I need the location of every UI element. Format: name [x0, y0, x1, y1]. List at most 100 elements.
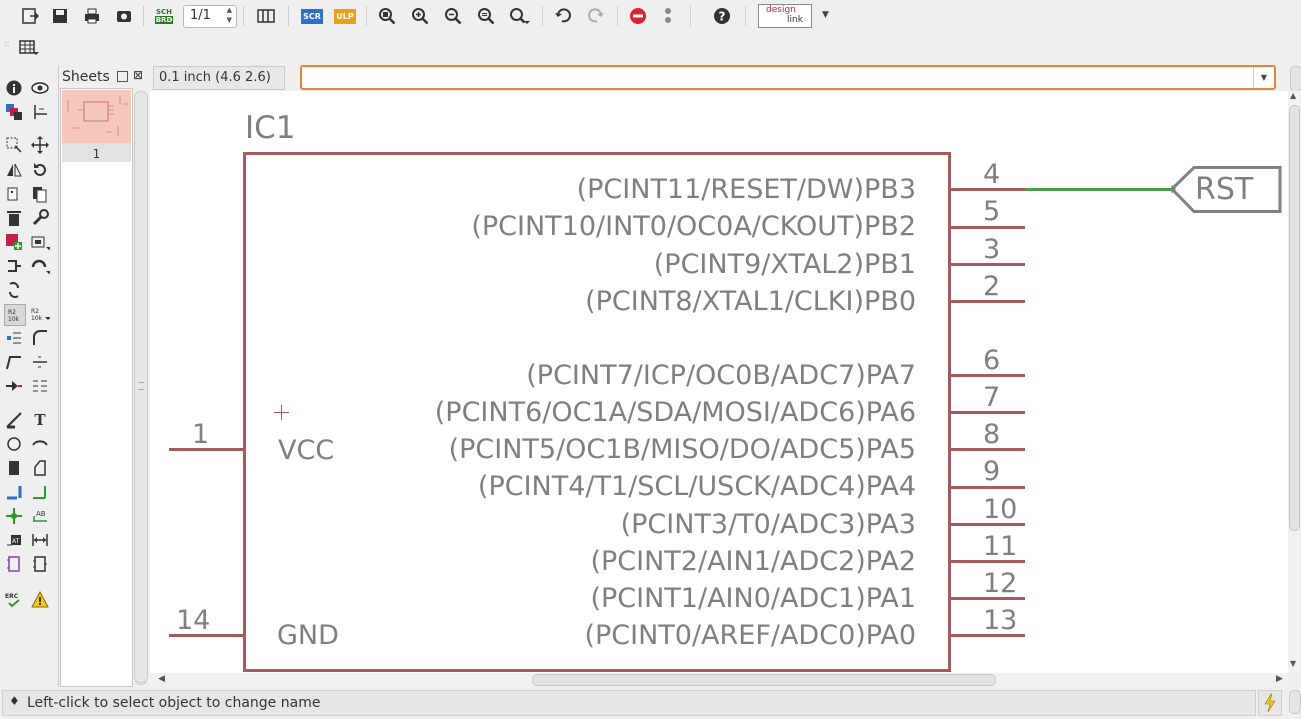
display-layers-icon[interactable] [4, 102, 24, 122]
smash-icon[interactable] [4, 328, 24, 348]
zoom-out-icon[interactable] [441, 4, 465, 28]
zoom-in-icon[interactable] [408, 4, 432, 28]
group-icon[interactable] [4, 135, 24, 155]
pin-label-pa4: (PCINT4/T1/SCL/USCK/ADC4)PA4 [477, 471, 916, 502]
redraw-icon[interactable] [474, 4, 498, 28]
mirror-icon[interactable] [4, 160, 24, 180]
add-part-icon[interactable] [4, 232, 24, 252]
toolbar-separator [745, 6, 746, 26]
scroll-thumb-vertical[interactable] [1289, 105, 1300, 531]
redo-icon[interactable] [584, 4, 608, 28]
move-icon[interactable] [30, 135, 50, 155]
dimension-icon[interactable] [30, 530, 50, 550]
close-icon[interactable]: ⊠ [133, 68, 143, 82]
sheet-spinner[interactable]: 1/1 ▲ ▼ [183, 5, 237, 28]
frame-icon[interactable] [4, 554, 24, 574]
canvas-horizontal-scrollbar[interactable]: ◀ ▶ [150, 673, 1288, 686]
scroll-up-icon[interactable]: ▲ [1290, 91, 1296, 100]
mark-icon[interactable] [30, 102, 50, 122]
coordinate-display: 0.1 inch (4.6 2.6) [153, 66, 285, 90]
junction-icon[interactable] [4, 506, 24, 526]
miter-icon[interactable] [30, 328, 50, 348]
grip-icon [138, 382, 144, 390]
align-icon[interactable] [30, 376, 50, 396]
rotate-icon[interactable] [30, 160, 50, 180]
arc-icon[interactable] [30, 434, 50, 454]
pin-line [950, 226, 1025, 229]
scroll-down-icon[interactable]: ▼ [1290, 659, 1296, 668]
gate-swap-icon[interactable] [30, 256, 50, 276]
optimize-icon[interactable] [30, 352, 50, 372]
undo-icon[interactable] [551, 4, 575, 28]
sheet-thumbnail[interactable] [62, 90, 131, 143]
delete-icon[interactable] [4, 208, 24, 228]
invoke-icon[interactable] [4, 256, 24, 276]
circle-icon[interactable] [4, 434, 24, 454]
script-icon[interactable]: SCR [300, 4, 324, 28]
chevron-down-icon[interactable]: ▼ [822, 10, 829, 20]
value-icon[interactable]: R2 10k [30, 304, 50, 324]
bus-icon[interactable] [4, 482, 24, 502]
design-link-button[interactable]: design link [758, 4, 812, 28]
attribute-icon[interactable]: AT [4, 530, 24, 550]
scroll-right-icon[interactable]: ▶ [1276, 674, 1283, 684]
paste-icon[interactable] [30, 184, 50, 204]
schematic-canvas[interactable]: IC1 1 VCC 14 GND (PCINT11/RESET/DW)PB3 4… [150, 91, 1288, 673]
toolbar-separator [690, 6, 691, 26]
module-icon[interactable] [30, 554, 50, 574]
net-wire-rst[interactable] [1025, 188, 1175, 191]
help-icon[interactable]: ? [710, 4, 734, 28]
split-icon[interactable] [4, 352, 24, 372]
spinner-down-icon[interactable]: ▼ [227, 16, 232, 24]
scroll-thumb-horizontal[interactable] [532, 674, 996, 686]
print-icon[interactable] [80, 4, 104, 28]
sch-brd-switch-icon[interactable]: SCH BRD [152, 4, 176, 28]
pin-line [950, 523, 1025, 526]
change-icon[interactable] [30, 208, 50, 228]
svg-text:R2: R2 [31, 308, 39, 315]
canvas-vertical-scroll-left[interactable] [134, 91, 148, 683]
command-line[interactable]: ▼ [300, 65, 1276, 90]
command-palette: R2 10k R2 10k T AB AT ERC [0, 72, 58, 687]
show-icon[interactable] [30, 78, 50, 98]
warning-icon[interactable] [30, 590, 50, 610]
command-history-dropdown-icon[interactable]: ▼ [1253, 67, 1274, 88]
status-right-scroll[interactable] [1289, 690, 1301, 714]
wire-icon[interactable] [4, 410, 24, 430]
canvas-vertical-scrollbar[interactable]: ▲ ▼ [1288, 91, 1300, 673]
undock-icon[interactable] [117, 71, 128, 82]
net-icon[interactable] [30, 482, 50, 502]
erc-icon[interactable]: ERC [4, 590, 24, 610]
spinner-up-icon[interactable]: ▲ [227, 6, 232, 14]
join-icon[interactable] [4, 376, 24, 396]
zoom-select-icon[interactable] [508, 4, 532, 28]
rectangle-icon[interactable] [4, 458, 24, 478]
save-icon[interactable] [48, 4, 72, 28]
open-file-icon[interactable] [18, 4, 42, 28]
ulp-icon[interactable]: ULP [333, 4, 357, 28]
diamond-icon: ♦ [9, 694, 20, 708]
part-name-label: IC1 [245, 110, 296, 146]
name-icon[interactable]: R2 10k [4, 304, 26, 326]
stop-icon[interactable] [626, 4, 650, 28]
info-icon[interactable] [4, 78, 24, 98]
pin-number-gnd: 14 [176, 605, 211, 636]
net-label-rst[interactable]: RST [1168, 166, 1283, 214]
pin-label-pa6: (PCINT6/OC1A/SDA/MOSI/ADC6)PA6 [434, 397, 916, 428]
grid-display-icon[interactable] [254, 4, 278, 28]
grid-menu-icon[interactable] [18, 38, 42, 58]
pin-swap-icon[interactable] [4, 280, 24, 300]
command-input[interactable] [304, 68, 1248, 87]
sheet-item-1[interactable]: 1 [62, 143, 131, 162]
go-icon[interactable] [656, 4, 680, 28]
replace-icon[interactable] [30, 232, 50, 252]
cam-processor-icon[interactable] [112, 4, 136, 28]
stop-command-button[interactable] [1258, 690, 1282, 716]
scroll-left-icon[interactable]: ◀ [158, 674, 165, 684]
polygon-icon[interactable] [30, 458, 50, 478]
copy-icon[interactable] [4, 184, 24, 204]
window-edge-scrollbar[interactable] [1290, 66, 1301, 92]
zoom-fit-icon[interactable] [375, 4, 399, 28]
text-icon[interactable]: T [30, 410, 50, 430]
label-icon[interactable]: AB [30, 506, 50, 526]
